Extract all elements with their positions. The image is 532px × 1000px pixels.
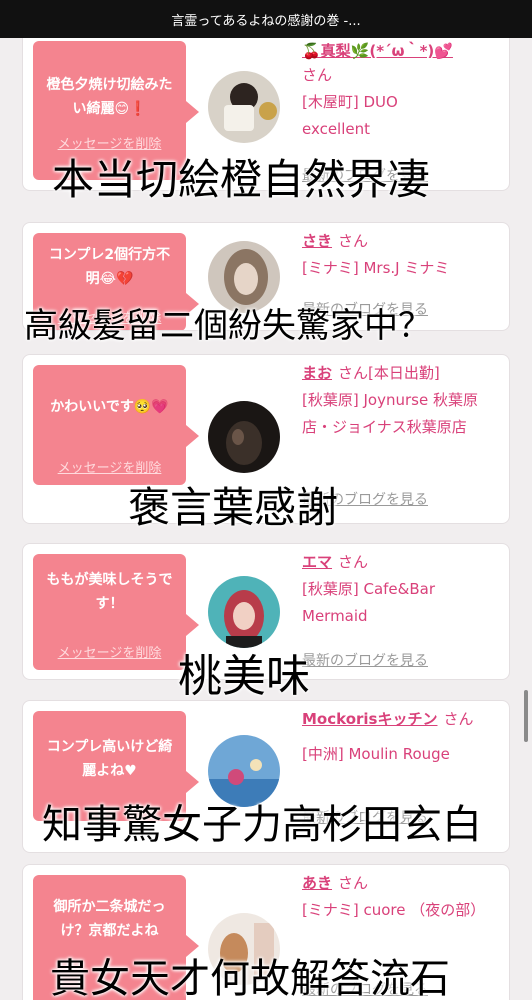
shop-name: [秋葉原] Joynurse 秋葉原店・ジョイナス秋葉原店 [302,391,478,436]
sender-info: エマ さん [秋葉原] Cafe&Bar Mermaid [302,550,501,630]
scrollbar[interactable] [524,690,528,742]
message-text: 橙色夕焼け切絵みたい綺麗😊❗ [46,77,173,117]
sender-name[interactable]: まお [302,364,332,382]
honorific: さん [443,710,474,728]
page-title: 言霊ってあるよねの感謝の巻 -... [171,13,361,29]
sender-name[interactable]: 🍒真梨🌿(*´ω｀*)💕 [302,42,453,60]
caption-overlay: 褒言葉感謝 [128,483,339,532]
sender-name[interactable]: Mockorisキッチン [302,710,437,728]
shop-name: [ミナミ] Mrs.J ミナミ [302,259,450,277]
avatar[interactable] [208,401,280,473]
caption-overlay: 知事驚女子力高杉田玄白 [42,802,482,848]
message-text: コンプレ2個行方不明😂💔 [48,247,171,287]
honorific: さん [302,66,333,84]
caption-overlay: 本当切絵橙自然界凄 [52,155,431,204]
avatar[interactable] [208,576,280,648]
avatar-photo [208,71,280,143]
message-text: 御所か二条城だっけ？京都だよね [53,899,166,939]
sender-info: まお さん[本日出勤] [秋葉原] Joynurse 秋葉原店・ジョイナス秋葉原店 [302,361,501,441]
honorific: さん [338,232,369,250]
honorific: さん [338,874,369,892]
avatar-photo [208,576,280,648]
shop-name: [中洲] Moulin Rouge [302,745,450,763]
caption-overlay: 高級髪留二個紛失驚家中？ [24,306,432,346]
sender-name[interactable]: さき [302,232,332,250]
message-text: かわいいです🥺💗 [50,399,169,415]
caption-overlay: 桃美味 [178,651,310,702]
sender-name[interactable]: エマ [302,553,332,571]
sender-info: あき さん [ミナミ] cuore （夜の部） [302,871,501,924]
avatar[interactable] [208,71,280,143]
sender-info: 🍒真梨🌿(*´ω｀*)💕 さん [木屋町] DUO excellent [302,39,501,143]
shop-name: [秋葉原] Cafe&Bar Mermaid [302,580,435,625]
shop-name: [ミナミ] cuore （夜の部） [302,901,486,919]
sender-info: さき さん [ミナミ] Mrs.J ミナミ [302,229,501,282]
delete-message-link[interactable]: メッセージを削除 [33,642,186,661]
honorific: さん[本日出勤] [338,364,440,382]
window-title-bar: 言霊ってあるよねの感謝の巻 -... [0,0,532,38]
sender-info: Mockorisキッチン さん [中洲] Moulin Rouge [302,707,501,768]
message-text: コンプレ高いけど綺麗よね♥ [46,739,173,779]
latest-blog-link[interactable]: 最新のブログを見る [302,650,428,670]
sender-name[interactable]: あき [302,874,332,892]
honorific: さん [338,553,369,571]
avatar-photo [208,401,280,473]
message-text: ももが美味しそうです！ [46,572,173,612]
caption-overlay: 貴女天才何故解答流石 [50,956,450,1000]
message-bubble: ももが美味しそうです！ メッセージを削除 [33,554,199,670]
shop-name: [木屋町] DUO excellent [302,93,398,138]
message-bubble: かわいいです🥺💗 メッセージを削除 [33,365,199,485]
